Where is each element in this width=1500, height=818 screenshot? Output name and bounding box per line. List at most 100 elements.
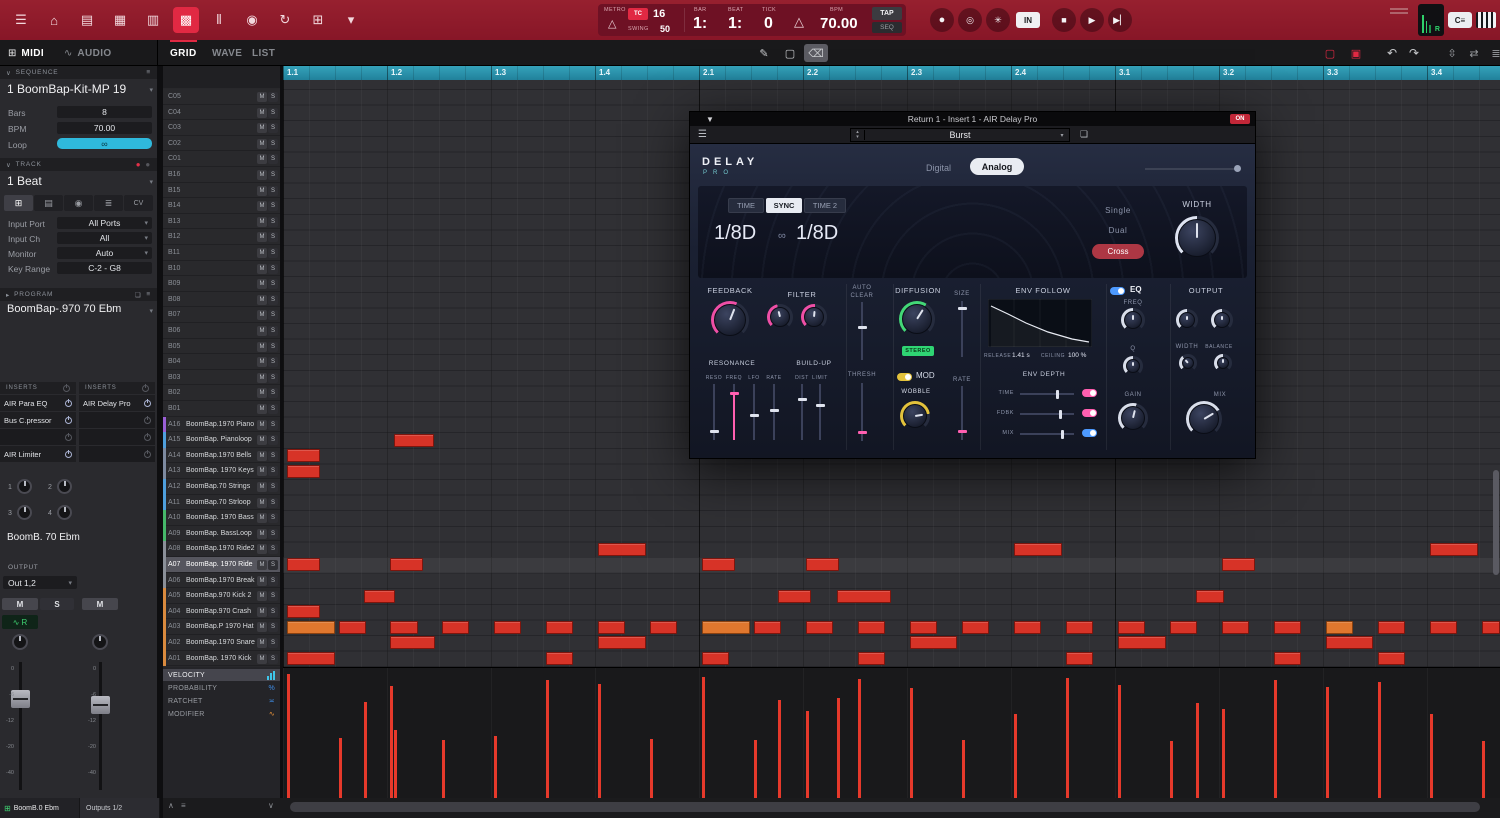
track-row[interactable]: B13MS bbox=[163, 214, 280, 230]
tab-time[interactable]: TIME bbox=[728, 198, 764, 213]
macro3-knob[interactable] bbox=[17, 505, 32, 520]
track-mute-button[interactable]: M bbox=[257, 576, 267, 586]
insert-slot[interactable] bbox=[79, 446, 155, 462]
midi-note[interactable] bbox=[754, 621, 781, 634]
track-solo-button[interactable]: S bbox=[268, 544, 278, 554]
tab-outputs-strip[interactable]: Outputs 1/2 bbox=[80, 798, 159, 818]
input-ch-value[interactable]: All▾ bbox=[57, 232, 152, 244]
bar-value[interactable]: 1: bbox=[693, 15, 707, 33]
save-preset-icon[interactable]: ❏ bbox=[1080, 129, 1088, 140]
velocity-bar[interactable] bbox=[1118, 685, 1121, 798]
lane-velocity[interactable]: VELOCITY bbox=[163, 669, 280, 681]
midi-note[interactable] bbox=[287, 652, 335, 665]
insert-slot[interactable]: Bus C.pressor bbox=[0, 412, 76, 428]
track-monitor-indicator[interactable]: ● bbox=[145, 160, 151, 169]
track-mute-button[interactable]: M bbox=[257, 154, 267, 164]
track-row[interactable]: B11MS bbox=[163, 245, 280, 261]
midi-note[interactable] bbox=[858, 621, 885, 634]
track-solo-button[interactable]: S bbox=[268, 607, 278, 617]
solo-button[interactable]: S bbox=[40, 598, 74, 610]
track-row[interactable]: B10MS bbox=[163, 261, 280, 277]
metronome-icon[interactable]: △ bbox=[608, 17, 616, 30]
track-mute-button[interactable]: M bbox=[257, 232, 267, 242]
env-follow-graph[interactable] bbox=[988, 299, 1092, 347]
program-edit-icon[interactable]: ▦ bbox=[107, 7, 133, 33]
track-row[interactable]: C01MS bbox=[163, 151, 280, 167]
pad-mixer-icon[interactable]: ⊞ bbox=[305, 7, 331, 33]
insert-slot[interactable] bbox=[79, 429, 155, 445]
monitor-value[interactable]: Auto▾ bbox=[57, 247, 152, 259]
horizontal-zoom-button[interactable]: ⇄ bbox=[1462, 44, 1486, 62]
macro4-knob[interactable] bbox=[57, 505, 72, 520]
lane-modifier[interactable]: MODIFIER ∿ bbox=[163, 708, 280, 720]
bpm-field-value[interactable]: 70.00 bbox=[57, 122, 152, 134]
velocity-bar[interactable] bbox=[806, 711, 809, 798]
more-views-icon[interactable]: ▾ bbox=[338, 7, 364, 33]
lane-probability[interactable]: PROBABILITY % bbox=[163, 682, 280, 694]
track-mute-button[interactable]: M bbox=[257, 357, 267, 367]
track-solo-button[interactable]: S bbox=[268, 170, 278, 180]
midi-note[interactable] bbox=[1274, 652, 1301, 665]
track-mute-button[interactable]: M bbox=[257, 622, 267, 632]
output-knob-a[interactable] bbox=[1176, 309, 1198, 331]
env-mix-toggle[interactable] bbox=[1082, 429, 1097, 437]
tab-program-strip[interactable]: ⊞ BoomB.0 Ebm bbox=[0, 798, 79, 818]
midi-note[interactable] bbox=[962, 621, 989, 634]
feedback-knob[interactable] bbox=[711, 301, 749, 339]
list-options-button[interactable]: ≣ bbox=[1484, 44, 1500, 62]
track-row[interactable]: C05MS bbox=[163, 89, 280, 105]
track-solo-button[interactable]: S bbox=[268, 357, 278, 367]
velocity-bar[interactable] bbox=[858, 679, 861, 798]
midi-note[interactable] bbox=[287, 605, 320, 618]
reso-slider-cap[interactable] bbox=[710, 430, 719, 433]
track-row[interactable]: A09BoomBap. BassLoopMS bbox=[163, 526, 280, 542]
track-mute-button[interactable]: M bbox=[257, 638, 267, 648]
insert-slot[interactable] bbox=[0, 429, 76, 445]
output-select[interactable]: Out 1,2▾ bbox=[3, 576, 77, 589]
auto-clear-slider-cap[interactable] bbox=[858, 326, 867, 329]
env-fdbk-slider-cap[interactable] bbox=[1059, 410, 1062, 419]
velocity-bar[interactable] bbox=[287, 674, 290, 798]
track-mute-button[interactable]: M bbox=[257, 217, 267, 227]
track-mute-button[interactable]: M bbox=[257, 170, 267, 180]
eq-q-knob[interactable] bbox=[1123, 356, 1143, 376]
velocity-bar[interactable] bbox=[702, 677, 705, 798]
output-knob-b[interactable] bbox=[1211, 309, 1233, 331]
track-solo-button[interactable]: S bbox=[268, 560, 278, 570]
track-row[interactable]: A06BoomBap.1970 BreakMS bbox=[163, 573, 280, 589]
track-solo-button[interactable]: S bbox=[268, 154, 278, 164]
track-mute-button[interactable]: M bbox=[257, 451, 267, 461]
track-row[interactable]: A01BoomBap. 1970 KickMS bbox=[163, 651, 280, 667]
velocity-bar[interactable] bbox=[778, 700, 781, 798]
midi-note[interactable] bbox=[1196, 590, 1224, 603]
midi-note[interactable] bbox=[287, 465, 320, 478]
swing-value[interactable]: 50 bbox=[660, 24, 670, 34]
track-mute-button[interactable]: M bbox=[257, 466, 267, 476]
velocity-bar[interactable] bbox=[1222, 709, 1225, 798]
track-solo-button[interactable]: S bbox=[268, 435, 278, 445]
insert-slot[interactable]: AIR Para EQ bbox=[0, 395, 76, 411]
eq-freq-knob[interactable] bbox=[1121, 308, 1145, 332]
undo-button[interactable]: ↶ bbox=[1380, 44, 1404, 62]
track-solo-button[interactable]: S bbox=[268, 373, 278, 383]
track-solo-button[interactable]: S bbox=[268, 248, 278, 258]
midi-note[interactable] bbox=[806, 558, 839, 571]
midi-note[interactable] bbox=[858, 652, 885, 665]
track-mute-button[interactable]: M bbox=[257, 123, 267, 133]
preset-stepper[interactable]: ▴▾ bbox=[851, 130, 865, 140]
track-row[interactable]: B09MS bbox=[163, 276, 280, 292]
tab-sync[interactable]: SYNC bbox=[766, 198, 802, 213]
mod-toggle[interactable] bbox=[897, 373, 912, 381]
track-solo-button[interactable]: S bbox=[268, 186, 278, 196]
collapse-up-icon[interactable]: ∧ bbox=[168, 801, 174, 810]
track-solo-button[interactable]: S bbox=[268, 420, 278, 430]
env-time-slider-cap[interactable] bbox=[1056, 390, 1059, 399]
filter-res-knob[interactable] bbox=[801, 304, 827, 330]
bars-value[interactable]: 8 bbox=[57, 106, 152, 118]
track-mute-button[interactable]: M bbox=[257, 139, 267, 149]
track-solo-button[interactable]: S bbox=[268, 139, 278, 149]
velocity-bar[interactable] bbox=[390, 686, 393, 798]
eq-gain-knob[interactable] bbox=[1118, 403, 1148, 433]
track-row[interactable]: B14MS bbox=[163, 198, 280, 214]
program-section-header[interactable]: ▸ PROGRAM ❏ ≡ bbox=[0, 288, 157, 301]
